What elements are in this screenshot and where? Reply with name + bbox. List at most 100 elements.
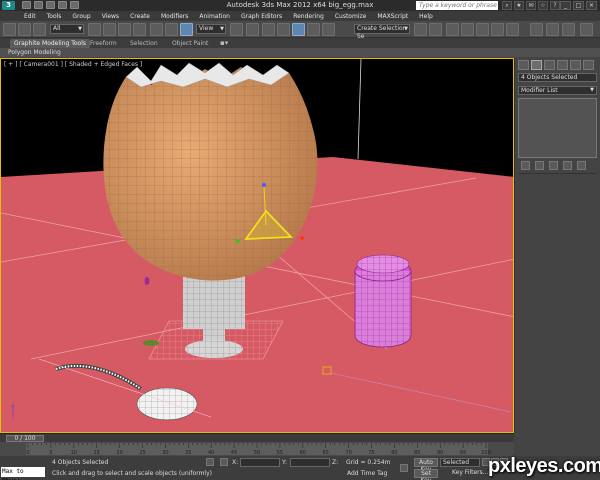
reference-coordinate-dropdown[interactable]: View ▼ xyxy=(196,24,226,34)
make-unique-icon[interactable] xyxy=(549,161,558,170)
time-slider-thumb[interactable]: 0 / 100 xyxy=(6,435,44,442)
prompt-line-text: Click and drag to select and scale objec… xyxy=(52,470,212,477)
set-key-button[interactable]: Set Key xyxy=(414,469,438,480)
redo-icon[interactable] xyxy=(18,23,31,36)
favorites-icon[interactable]: ☆ xyxy=(538,1,548,10)
command-panel-tabs xyxy=(518,60,594,70)
help-icon[interactable]: ? xyxy=(550,1,560,10)
ribbon-options-icon[interactable]: ▪▾ xyxy=(216,39,232,48)
main-toolbar: All ▼ View ▼ Create Selection Se ▼ xyxy=(0,21,600,40)
select-rotate-icon[interactable] xyxy=(165,23,178,36)
subscription-icon[interactable]: ★ xyxy=(514,1,524,10)
menu-views[interactable]: Views xyxy=(102,13,119,20)
select-scale-icon[interactable] xyxy=(180,23,193,36)
menu-edit[interactable]: Edit xyxy=(24,13,36,20)
add-time-tag-button[interactable]: Add Time Tag xyxy=(347,470,387,477)
maximize-button[interactable]: □ xyxy=(573,1,584,10)
menu-customize[interactable]: Customize xyxy=(335,13,367,20)
select-by-name-icon[interactable] xyxy=(103,23,116,36)
pin-stack-icon[interactable] xyxy=(521,161,530,170)
create-panel-icon[interactable] xyxy=(518,60,529,70)
utilities-panel-icon[interactable] xyxy=(583,60,594,70)
y-coordinate-field[interactable] xyxy=(290,458,330,467)
render-production-icon[interactable] xyxy=(562,23,575,36)
configure-modifier-sets-icon[interactable] xyxy=(577,161,586,170)
rendered-frame-window-icon[interactable] xyxy=(546,23,559,36)
select-object-icon[interactable] xyxy=(88,23,101,36)
menu-graph-editors[interactable]: Graph Editors xyxy=(241,13,282,20)
lock-selection-icon[interactable] xyxy=(206,458,214,466)
x-coordinate-field[interactable] xyxy=(240,458,280,467)
menu-maxscript[interactable]: MAXScript xyxy=(377,13,408,20)
x-coordinate-label: X: xyxy=(232,459,239,466)
rectangular-selection-icon[interactable] xyxy=(118,23,131,36)
undo-icon[interactable] xyxy=(3,23,16,36)
maxscript-listener-input[interactable]: Max to Physc xyxy=(1,467,45,480)
menu-group[interactable]: Group xyxy=(72,13,90,20)
layer-manager-icon[interactable] xyxy=(446,23,459,36)
pivot-center-icon[interactable] xyxy=(230,23,243,36)
tab-selection[interactable]: Selection xyxy=(126,39,162,48)
modifier-list-dropdown[interactable]: Modifier List ▼ xyxy=(518,86,597,95)
percent-snap-icon[interactable] xyxy=(292,23,305,36)
motion-panel-icon[interactable] xyxy=(557,60,568,70)
ribbon-panel: Polygon Modeling xyxy=(0,48,600,57)
align-icon[interactable] xyxy=(429,23,442,36)
menu-help[interactable]: Help xyxy=(419,13,433,20)
menu-bar: Edit Tools Group Views Create Modifiers … xyxy=(0,11,600,21)
camera-viewport[interactable]: [ + ] [ Camera001 ] [ Shaded + Edged Fac… xyxy=(0,58,514,433)
remove-modifier-icon[interactable] xyxy=(563,161,572,170)
render-setup-icon[interactable] xyxy=(530,23,543,36)
render-iterative-icon[interactable] xyxy=(580,23,593,36)
angle-snap-icon[interactable] xyxy=(277,23,290,36)
tab-object-paint[interactable]: Object Paint xyxy=(168,39,212,48)
communication-icon[interactable]: ✉ xyxy=(526,1,536,10)
menu-tools[interactable]: Tools xyxy=(47,13,62,20)
named-selection-dropdown[interactable]: Create Selection Se ▼ xyxy=(354,24,410,40)
curve-editor-icon[interactable] xyxy=(476,23,489,36)
selection-status-text: 4 Objects Selected xyxy=(52,459,109,466)
key-filters-button[interactable]: Key Filters... xyxy=(452,469,489,476)
viewport-label[interactable]: [ + ] [ Camera001 ] [ Shaded + Edged Fac… xyxy=(4,61,142,68)
link-icon[interactable] xyxy=(33,23,46,36)
time-slider[interactable]: 0 / 100 xyxy=(0,433,514,442)
minimize-button[interactable]: _ xyxy=(560,1,571,10)
polygon-modeling-panel[interactable]: Polygon Modeling xyxy=(8,49,61,56)
grid-size-text: Grid = 0.254m xyxy=(346,459,391,466)
menu-animation[interactable]: Animation xyxy=(199,13,230,20)
close-button[interactable]: × xyxy=(586,1,597,10)
infocenter-tools: ⌕ ★ ✉ ☆ ? xyxy=(502,1,560,10)
tab-freeform[interactable]: Freeform xyxy=(86,39,121,48)
selection-filter-dropdown[interactable]: All ▼ xyxy=(50,24,84,34)
absolute-offset-icon[interactable] xyxy=(220,458,228,466)
window-crossing-icon[interactable] xyxy=(133,23,146,36)
select-move-icon[interactable] xyxy=(150,23,163,36)
edit-named-selection-icon[interactable] xyxy=(322,23,335,36)
search-input[interactable] xyxy=(416,1,498,10)
material-editor-icon[interactable] xyxy=(506,23,519,36)
menu-modifiers[interactable]: Modifiers xyxy=(161,13,188,20)
auto-key-button[interactable]: Auto Key xyxy=(414,458,438,473)
manipulate-icon[interactable] xyxy=(246,23,259,36)
panel-divider xyxy=(518,173,597,174)
key-icon[interactable] xyxy=(400,464,408,472)
graphite-toggle-icon[interactable] xyxy=(461,23,474,36)
menu-create[interactable]: Create xyxy=(130,13,150,20)
tab-graphite-modeling-tools[interactable]: Graphite Modeling Tools xyxy=(10,39,91,48)
ribbon-tabs: Graphite Modeling Tools Freeform Selecti… xyxy=(0,38,600,48)
spinner-snap-icon[interactable] xyxy=(307,23,320,36)
schematic-view-icon[interactable] xyxy=(491,23,504,36)
selected-objects-field[interactable]: 4 Objects Selected xyxy=(518,73,597,82)
display-panel-icon[interactable] xyxy=(570,60,581,70)
menu-rendering[interactable]: Rendering xyxy=(293,13,324,20)
command-panel: 4 Objects Selected Modifier List ▼ xyxy=(514,58,600,433)
hierarchy-panel-icon[interactable] xyxy=(544,60,555,70)
search-icon[interactable]: ⌕ xyxy=(502,1,512,10)
snap-toggle-icon[interactable] xyxy=(262,23,275,36)
mirror-icon[interactable] xyxy=(414,23,427,36)
track-bar[interactable]: 0 5 10 15 20 25 30 35 40 45 50 55 60 65 70 75 80 85 90 95 10… xyxy=(0,442,514,456)
show-end-result-icon[interactable] xyxy=(535,161,544,170)
key-mode-dropdown[interactable]: Selected xyxy=(440,458,480,467)
modifier-stack[interactable] xyxy=(518,98,597,158)
modify-panel-icon[interactable] xyxy=(531,60,542,70)
